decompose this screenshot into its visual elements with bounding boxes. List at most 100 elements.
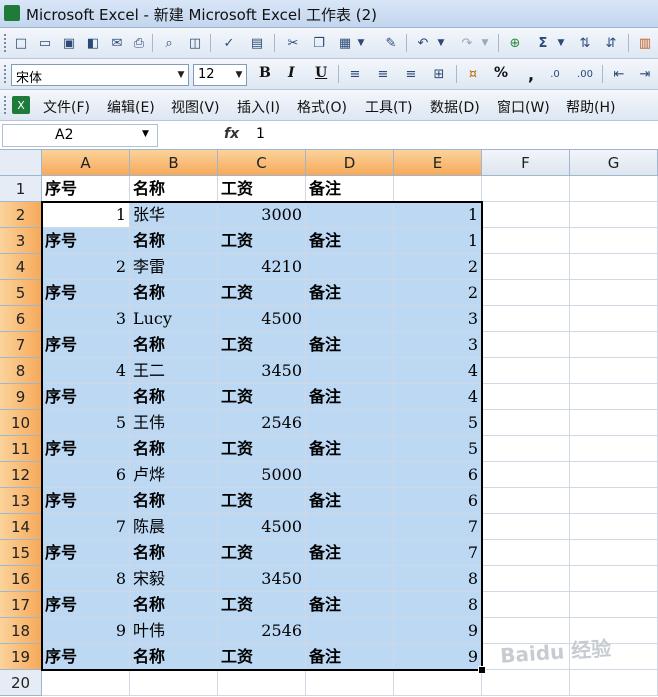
preview-icon[interactable]: ◫ <box>186 34 204 52</box>
cell-b1[interactable]: 名称 <box>130 176 218 202</box>
cell-d1[interactable]: 备注 <box>306 176 394 202</box>
email-icon[interactable]: ✉ <box>108 34 126 52</box>
cell-b12[interactable]: 卢烨 <box>130 462 218 488</box>
row-header-8[interactable]: 8 <box>0 358 42 384</box>
cell-g9[interactable] <box>570 384 658 410</box>
cell-b16[interactable]: 宋毅 <box>130 566 218 592</box>
cell-d18[interactable] <box>306 618 394 644</box>
cell-a15[interactable]: 序号 <box>42 540 130 566</box>
row-header-11[interactable]: 11 <box>0 436 42 462</box>
cell-b4[interactable]: 李雷 <box>130 254 218 280</box>
cell-f10[interactable] <box>482 410 570 436</box>
cell-c4[interactable]: 4210 <box>218 254 306 280</box>
cell-g3[interactable] <box>570 228 658 254</box>
cell-a4[interactable]: 2 <box>42 254 130 280</box>
chart-wizard-icon[interactable]: ▥ <box>636 34 654 52</box>
cell-a19[interactable]: 序号 <box>42 644 130 670</box>
cell-f5[interactable] <box>482 280 570 306</box>
cell-a9[interactable]: 序号 <box>42 384 130 410</box>
menu-tools[interactable]: 工具(T) <box>365 97 412 117</box>
cell-f13[interactable] <box>482 488 570 514</box>
cell-b10[interactable]: 王伟 <box>130 410 218 436</box>
cell-a14[interactable]: 7 <box>42 514 130 540</box>
open-icon[interactable]: ▭ <box>36 34 54 52</box>
cell-d12[interactable] <box>306 462 394 488</box>
cell-c16[interactable]: 3450 <box>218 566 306 592</box>
cell-e8[interactable]: 4 <box>394 358 482 384</box>
row-header-10[interactable]: 10 <box>0 410 42 436</box>
cell-e18[interactable]: 9 <box>394 618 482 644</box>
cell-b13[interactable]: 名称 <box>130 488 218 514</box>
hyperlink-icon[interactable]: ⊕ <box>506 34 524 52</box>
cell-e10[interactable]: 5 <box>394 410 482 436</box>
formula-input[interactable]: 1 <box>256 126 265 142</box>
cell-d14[interactable] <box>306 514 394 540</box>
menu-data[interactable]: 数据(D) <box>430 97 480 117</box>
insert-function-icon[interactable]: fx <box>224 126 239 142</box>
cell-b3[interactable]: 名称 <box>130 228 218 254</box>
cell-a5[interactable]: 序号 <box>42 280 130 306</box>
cell-f4[interactable] <box>482 254 570 280</box>
column-header-a[interactable]: A <box>42 150 130 176</box>
autosum-icon[interactable]: Σ <box>534 34 552 52</box>
cell-c2[interactable]: 3000 <box>218 202 306 228</box>
cell-c11[interactable]: 工资 <box>218 436 306 462</box>
cell-d16[interactable] <box>306 566 394 592</box>
cell-g20[interactable] <box>570 670 658 696</box>
save-icon[interactable]: ▣ <box>60 34 78 52</box>
cell-g14[interactable] <box>570 514 658 540</box>
font-name-select[interactable]: 宋体 ▼ <box>11 64 189 86</box>
paste-icon[interactable]: ▦ <box>336 34 354 52</box>
column-header-g[interactable]: G <box>570 150 658 176</box>
align-left-icon[interactable]: ≡ <box>346 65 364 83</box>
cut-icon[interactable]: ✂ <box>284 34 302 52</box>
decrease-indent-icon[interactable]: ⇤ <box>610 65 628 83</box>
cell-f16[interactable] <box>482 566 570 592</box>
menu-help[interactable]: 帮助(H) <box>566 97 615 117</box>
cell-c15[interactable]: 工资 <box>218 540 306 566</box>
cell-g10[interactable] <box>570 410 658 436</box>
cell-c10[interactable]: 2546 <box>218 410 306 436</box>
cell-b11[interactable]: 名称 <box>130 436 218 462</box>
spelling-icon[interactable]: ✓ <box>220 34 238 52</box>
cell-b7[interactable]: 名称 <box>130 332 218 358</box>
cell-e4[interactable]: 2 <box>394 254 482 280</box>
cell-c7[interactable]: 工资 <box>218 332 306 358</box>
column-header-c[interactable]: C <box>218 150 306 176</box>
cell-d11[interactable]: 备注 <box>306 436 394 462</box>
row-header-7[interactable]: 7 <box>0 332 42 358</box>
cell-c13[interactable]: 工资 <box>218 488 306 514</box>
row-header-20[interactable]: 20 <box>0 670 42 696</box>
autosum-dropdown-icon[interactable]: ▼ <box>556 34 566 52</box>
undo-icon[interactable]: ↶ <box>414 34 432 52</box>
menu-view[interactable]: 视图(V) <box>171 97 220 117</box>
cell-g5[interactable] <box>570 280 658 306</box>
paste-dropdown-icon[interactable]: ▼ <box>356 34 366 52</box>
cell-c8[interactable]: 3450 <box>218 358 306 384</box>
cell-g15[interactable] <box>570 540 658 566</box>
cell-d13[interactable]: 备注 <box>306 488 394 514</box>
cell-g16[interactable] <box>570 566 658 592</box>
increase-indent-icon[interactable]: ⇥ <box>636 65 654 83</box>
column-header-e[interactable]: E <box>394 150 482 176</box>
row-header-19[interactable]: 19 <box>0 644 42 670</box>
menu-insert[interactable]: 插入(I) <box>237 97 280 117</box>
row-header-1[interactable]: 1 <box>0 176 42 202</box>
bold-button[interactable]: B <box>259 65 271 81</box>
cell-d5[interactable]: 备注 <box>306 280 394 306</box>
underline-button[interactable]: U <box>315 65 327 81</box>
cell-a18[interactable]: 9 <box>42 618 130 644</box>
decrease-decimal-icon[interactable]: .00 <box>576 65 594 83</box>
menu-edit[interactable]: 编辑(E) <box>107 97 155 117</box>
name-box[interactable]: A2 <box>2 124 158 147</box>
cell-g7[interactable] <box>570 332 658 358</box>
cell-e16[interactable]: 8 <box>394 566 482 592</box>
cell-a17[interactable]: 序号 <box>42 592 130 618</box>
cell-g6[interactable] <box>570 306 658 332</box>
cell-a6[interactable]: 3 <box>42 306 130 332</box>
cell-d2[interactable] <box>306 202 394 228</box>
menu-window[interactable]: 窗口(W) <box>497 97 550 117</box>
cell-g13[interactable] <box>570 488 658 514</box>
cell-d3[interactable]: 备注 <box>306 228 394 254</box>
cell-d10[interactable] <box>306 410 394 436</box>
